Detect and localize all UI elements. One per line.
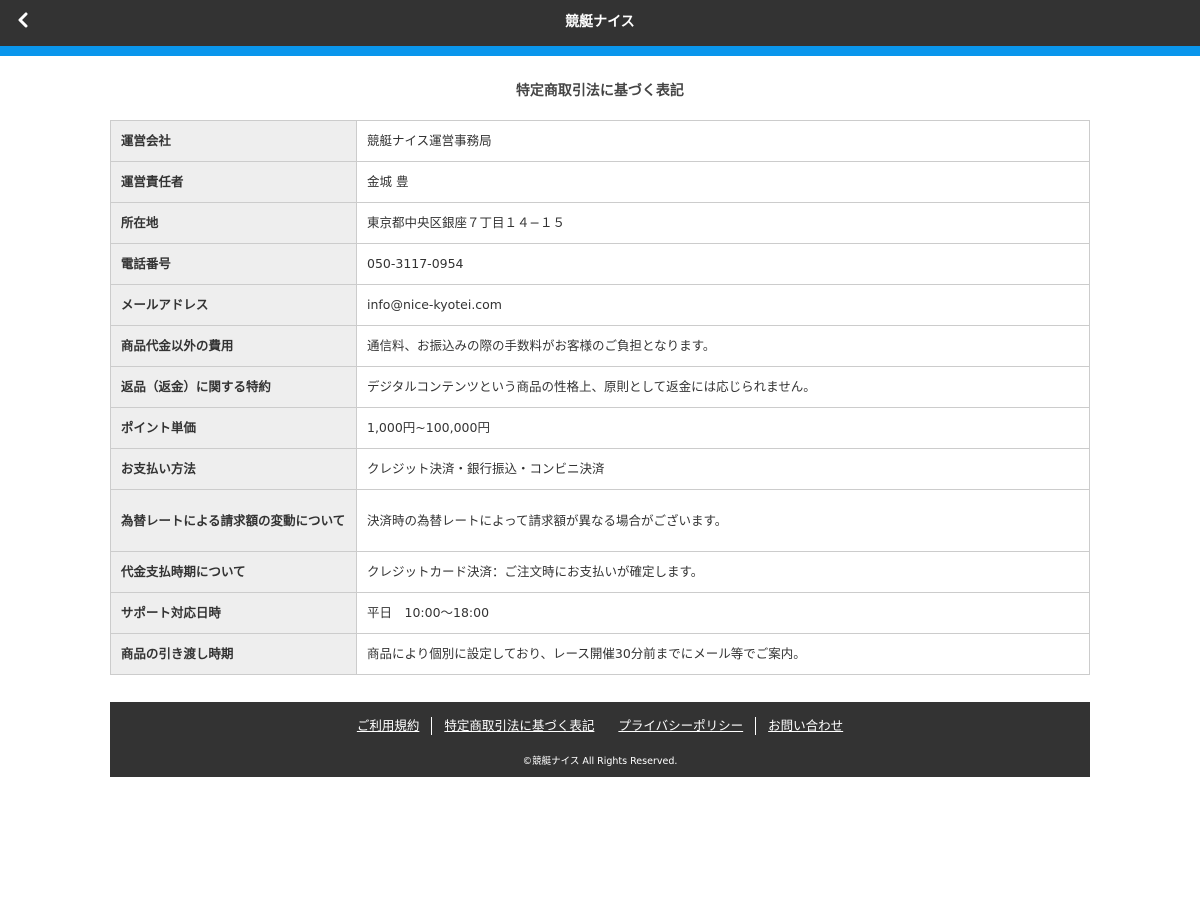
header-accent-strip <box>0 46 1200 56</box>
table-row: メールアドレス info@nice-kyotei.com <box>110 284 1090 326</box>
table-row: 電話番号 050-3117-0954 <box>110 243 1090 285</box>
row-value: デジタルコンテンツという商品の性格上、原則として返金には応じられません。 <box>356 366 1090 408</box>
table-row: 運営会社 競艇ナイス運営事務局 <box>110 120 1090 162</box>
copyright: ©競艇ナイス All Rights Reserved. <box>522 756 678 767</box>
row-value: 平日 10:00〜18:00 <box>356 592 1090 634</box>
row-label: 電話番号 <box>110 243 357 285</box>
row-label: 為替レートによる請求額の変動について <box>110 489 357 552</box>
row-label: メールアドレス <box>110 284 357 326</box>
table-row: 商品の引き渡し時期 商品により個別に設定しており、レース開催30分前までにメール… <box>110 633 1090 675</box>
app-title: 競艇ナイス <box>565 14 635 30</box>
row-value: 東京都中央区銀座７丁目１４−１５ <box>356 202 1090 244</box>
footer-link-contact[interactable]: お問い合わせ <box>756 717 855 735</box>
footer-link-terms[interactable]: ご利用規約 <box>345 717 432 735</box>
row-value: 競艇ナイス運営事務局 <box>356 120 1090 162</box>
table-row: 為替レートによる請求額の変動について 決済時の為替レートによって請求額が異なる場… <box>110 489 1090 552</box>
table-row: 運営責任者 金城 豊 <box>110 161 1090 203</box>
chevron-left-icon <box>16 12 30 32</box>
row-label: ポイント単価 <box>110 407 357 449</box>
page-title: 特定商取引法に基づく表記 <box>516 83 684 99</box>
row-value: 050-3117-0954 <box>356 243 1090 285</box>
row-label: 返品（返金）に関する特約 <box>110 366 357 408</box>
row-label: 商品の引き渡し時期 <box>110 633 357 675</box>
table-row: 返品（返金）に関する特約 デジタルコンテンツという商品の性格上、原則として返金に… <box>110 366 1090 408</box>
row-value: 1,000円~100,000円 <box>356 407 1090 449</box>
table-row: ポイント単価 1,000円~100,000円 <box>110 407 1090 449</box>
table-row: サポート対応日時 平日 10:00〜18:00 <box>110 592 1090 634</box>
footer: ご利用規約 特定商取引法に基づく表記 プライバシーポリシー お問い合わせ ©競艇… <box>110 702 1090 777</box>
row-label: お支払い方法 <box>110 448 357 490</box>
row-value: 商品により個別に設定しており、レース開催30分前までにメール等でご案内。 <box>356 633 1090 675</box>
row-value: 金城 豊 <box>356 161 1090 203</box>
table-row: 商品代金以外の費用 通信料、お振込みの際の手数料がお客様のご負担となります。 <box>110 325 1090 367</box>
row-value: 通信料、お振込みの際の手数料がお客様のご負担となります。 <box>356 325 1090 367</box>
disclosure-table: 運営会社 競艇ナイス運営事務局 運営責任者 金城 豊 所在地 東京都中央区銀座７… <box>110 120 1090 675</box>
row-label: サポート対応日時 <box>110 592 357 634</box>
back-button[interactable] <box>8 7 38 37</box>
footer-links: ご利用規約 特定商取引法に基づく表記 プライバシーポリシー お問い合わせ <box>110 717 1090 735</box>
row-label: 所在地 <box>110 202 357 244</box>
row-value: 決済時の為替レートによって請求額が異なる場合がございます。 <box>356 489 1090 552</box>
table-row: 所在地 東京都中央区銀座７丁目１４−１５ <box>110 202 1090 244</box>
row-label: 運営責任者 <box>110 161 357 203</box>
row-value: info@nice-kyotei.com <box>356 284 1090 326</box>
row-value: クレジットカード決済：ご注文時にお支払いが確定します。 <box>356 551 1090 593</box>
footer-link-privacy[interactable]: プライバシーポリシー <box>606 717 755 735</box>
table-row: 代金支払時期について クレジットカード決済：ご注文時にお支払いが確定します。 <box>110 551 1090 593</box>
row-value: クレジット決済・銀行振込・コンビニ決済 <box>356 448 1090 490</box>
table-row: お支払い方法 クレジット決済・銀行振込・コンビニ決済 <box>110 448 1090 490</box>
row-label: 商品代金以外の費用 <box>110 325 357 367</box>
row-label: 代金支払時期について <box>110 551 357 593</box>
row-label: 運営会社 <box>110 120 357 162</box>
footer-link-tokusho[interactable]: 特定商取引法に基づく表記 <box>432 717 606 735</box>
